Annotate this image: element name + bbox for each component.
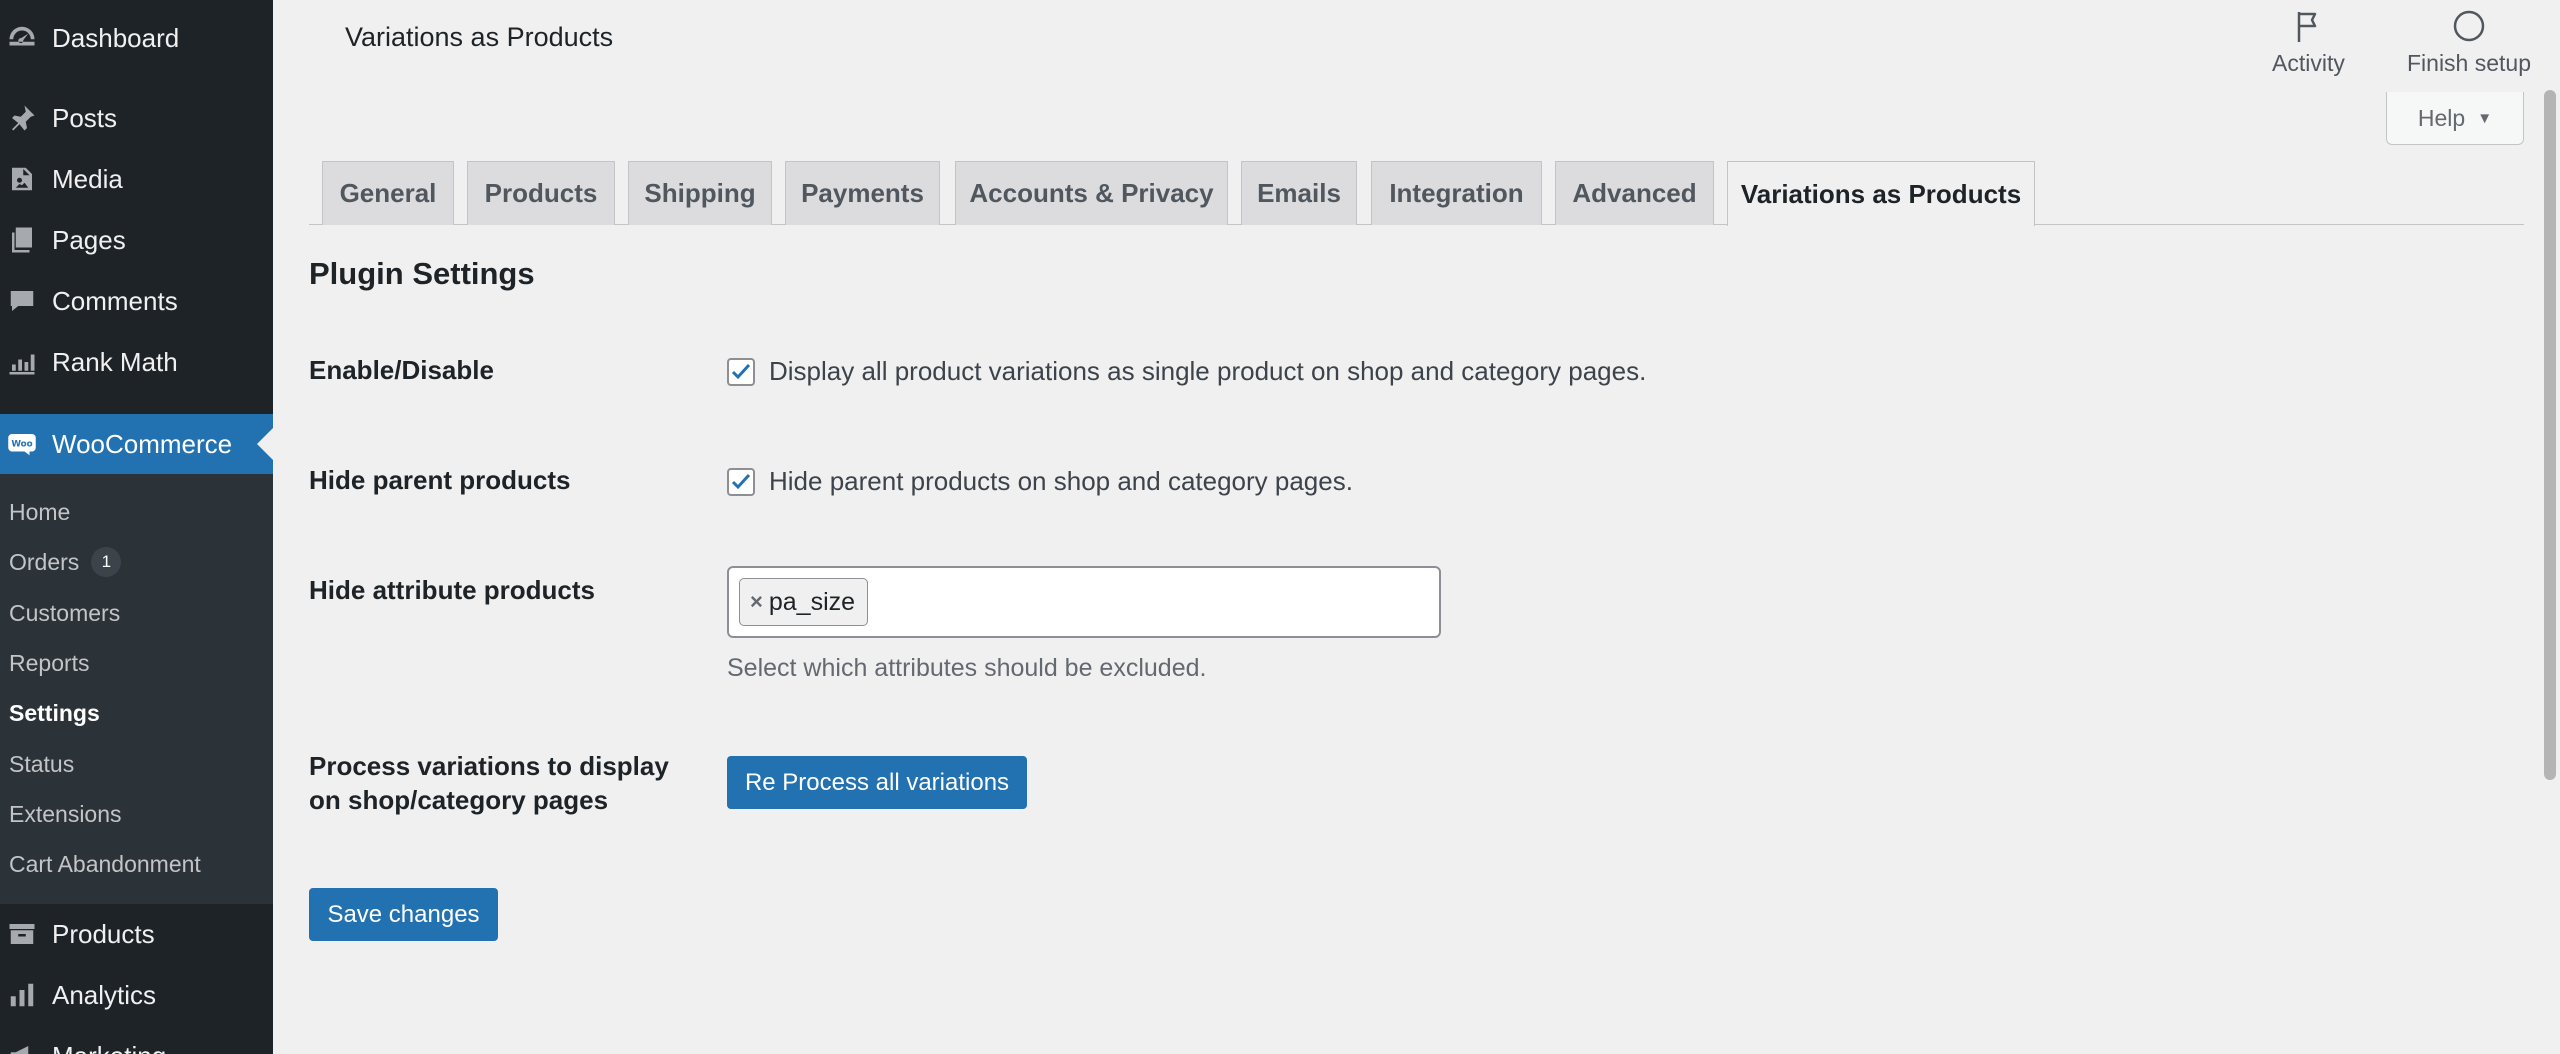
woo-icon: Woo — [4, 428, 40, 460]
attribute-multiselect[interactable]: × pa_size — [727, 566, 1441, 638]
save-changes-button[interactable]: Save changes — [309, 888, 498, 941]
orders-count-badge: 1 — [91, 547, 122, 577]
process-label-line-2: on shop/category pages — [309, 785, 609, 815]
submenu-item-reports[interactable]: Reports — [9, 643, 90, 683]
sidebar-item-dashboard[interactable]: Dashboard — [0, 8, 273, 68]
submenu-label: Extensions — [9, 800, 122, 827]
megaphone-icon — [4, 1040, 40, 1054]
submenu-label: Orders — [9, 548, 80, 575]
sidebar-item-label: Analytics — [52, 979, 157, 1010]
hide-attribute-label: Hide attribute products — [309, 575, 596, 605]
submenu-label: Status — [9, 750, 75, 777]
caret-down-icon: ▼ — [2477, 109, 2493, 127]
tab-products[interactable]: Products — [467, 161, 615, 225]
hide-parent-checkbox[interactable] — [727, 467, 755, 496]
admin-sidebar: Dashboard Posts Media Pages Comments Ran… — [0, 0, 273, 1054]
help-tab-button[interactable]: Help ▼ — [2386, 92, 2524, 145]
sidebar-item-label: Marketing — [52, 1041, 166, 1054]
tab-payments[interactable]: Payments — [785, 161, 940, 225]
archive-icon — [4, 918, 40, 950]
help-label: Help — [2417, 104, 2466, 131]
sidebar-item-pages[interactable]: Pages — [0, 210, 273, 270]
sidebar-item-rank-math[interactable]: Rank Math — [0, 332, 273, 392]
svg-text:Woo: Woo — [11, 440, 32, 450]
tab-integration[interactable]: Integration — [1371, 161, 1542, 225]
sidebar-item-label: Products — [52, 918, 155, 949]
submenu-item-home[interactable]: Home — [9, 492, 70, 532]
finish-setup-button[interactable]: Finish setup — [2407, 6, 2531, 77]
checkmark-icon — [731, 363, 751, 379]
activity-label: Activity — [2272, 50, 2345, 76]
tab-shipping[interactable]: Shipping — [628, 161, 772, 225]
submenu-item-customers[interactable]: Customers — [9, 593, 120, 633]
checkmark-icon — [731, 473, 751, 489]
sidebar-item-comments[interactable]: Comments — [0, 271, 273, 331]
hide-parent-checkbox-text: Hide parent products on shop and categor… — [769, 466, 1353, 496]
sidebar-item-label: Rank Math — [52, 346, 178, 377]
submenu-item-settings[interactable]: Settings — [9, 693, 100, 733]
flag-icon — [2298, 12, 2317, 42]
section-title: Plugin Settings — [309, 256, 535, 291]
selected-attribute-chip: × pa_size — [739, 578, 869, 626]
tab-advanced[interactable]: Advanced — [1555, 161, 1714, 225]
sidebar-item-marketing[interactable]: Marketing — [0, 1026, 273, 1054]
submenu-item-cart-abandonment[interactable]: Cart Abandonment — [9, 844, 201, 884]
dashboard-icon — [4, 22, 40, 54]
comment-icon — [4, 285, 40, 317]
sidebar-item-media[interactable]: Media — [0, 149, 273, 209]
attribute-help-text: Select which attributes should be exclud… — [727, 654, 1207, 682]
tab-general[interactable]: General — [322, 161, 454, 225]
sidebar-item-label: WooCommerce — [52, 428, 233, 459]
sidebar-item-label: Media — [52, 163, 123, 194]
sidebar-item-label: Comments — [52, 285, 178, 316]
page-title: Variations as Products — [345, 22, 614, 52]
hide-parent-label: Hide parent products — [309, 465, 571, 495]
sidebar-item-products[interactable]: Products — [0, 904, 273, 964]
pages-icon — [4, 224, 40, 256]
process-variations-label: Process variations to display on shop/ca… — [309, 749, 669, 817]
submenu-label: Settings — [9, 699, 100, 726]
submenu-item-extensions[interactable]: Extensions — [9, 794, 122, 834]
enable-checkbox-row[interactable]: Display all product variations as single… — [727, 356, 1646, 387]
reprocess-variations-button[interactable]: Re Process all variations — [727, 756, 1027, 809]
hide-parent-checkbox-row[interactable]: Hide parent products on shop and categor… — [727, 466, 1353, 497]
sidebar-item-label: Posts — [52, 102, 118, 133]
tab-accounts-privacy[interactable]: Accounts & Privacy — [955, 161, 1228, 225]
sidebar-item-label: Pages — [52, 224, 126, 255]
tab-emails[interactable]: Emails — [1241, 161, 1357, 225]
submenu-label: Cart Abandonment — [9, 850, 201, 877]
enable-disable-label: Enable/Disable — [309, 355, 494, 385]
process-label-line-1: Process variations to display — [309, 751, 669, 781]
page-header: Variations as Products Activity Finish s… — [273, 0, 2560, 80]
sidebar-item-label: Dashboard — [52, 22, 180, 53]
sidebar-item-analytics[interactable]: Analytics — [0, 965, 273, 1025]
woocommerce-submenu: Home Orders 1 Customers Reports Settings … — [0, 474, 273, 904]
pin-icon — [4, 102, 40, 134]
submenu-label: Reports — [9, 649, 90, 676]
remove-chip-icon[interactable]: × — [750, 589, 763, 615]
tab-variations-as-products[interactable]: Variations as Products — [1727, 161, 2035, 226]
enable-checkbox-text: Display all product variations as single… — [769, 356, 1647, 386]
chart-icon — [4, 346, 40, 378]
settings-tabs: General Products Shipping Payments Accou… — [309, 161, 2524, 226]
submenu-item-orders[interactable]: Orders 1 — [9, 542, 122, 582]
sidebar-item-posts[interactable]: Posts — [0, 88, 273, 148]
enable-checkbox[interactable] — [727, 357, 755, 386]
submenu-label: Home — [9, 498, 71, 525]
circle-progress-icon — [2453, 10, 2485, 42]
submenu-item-status[interactable]: Status — [9, 744, 74, 784]
media-icon — [4, 163, 40, 195]
active-indicator — [257, 428, 273, 460]
page-scrollbar[interactable] — [2544, 90, 2556, 780]
finish-setup-label: Finish setup — [2407, 50, 2532, 76]
activity-button[interactable]: Activity — [2272, 6, 2345, 77]
chip-label: pa_size — [768, 587, 856, 616]
bar-chart-icon — [4, 979, 40, 1011]
sidebar-item-woocommerce[interactable]: Woo WooCommerce — [0, 414, 273, 474]
submenu-label: Customers — [9, 599, 121, 626]
